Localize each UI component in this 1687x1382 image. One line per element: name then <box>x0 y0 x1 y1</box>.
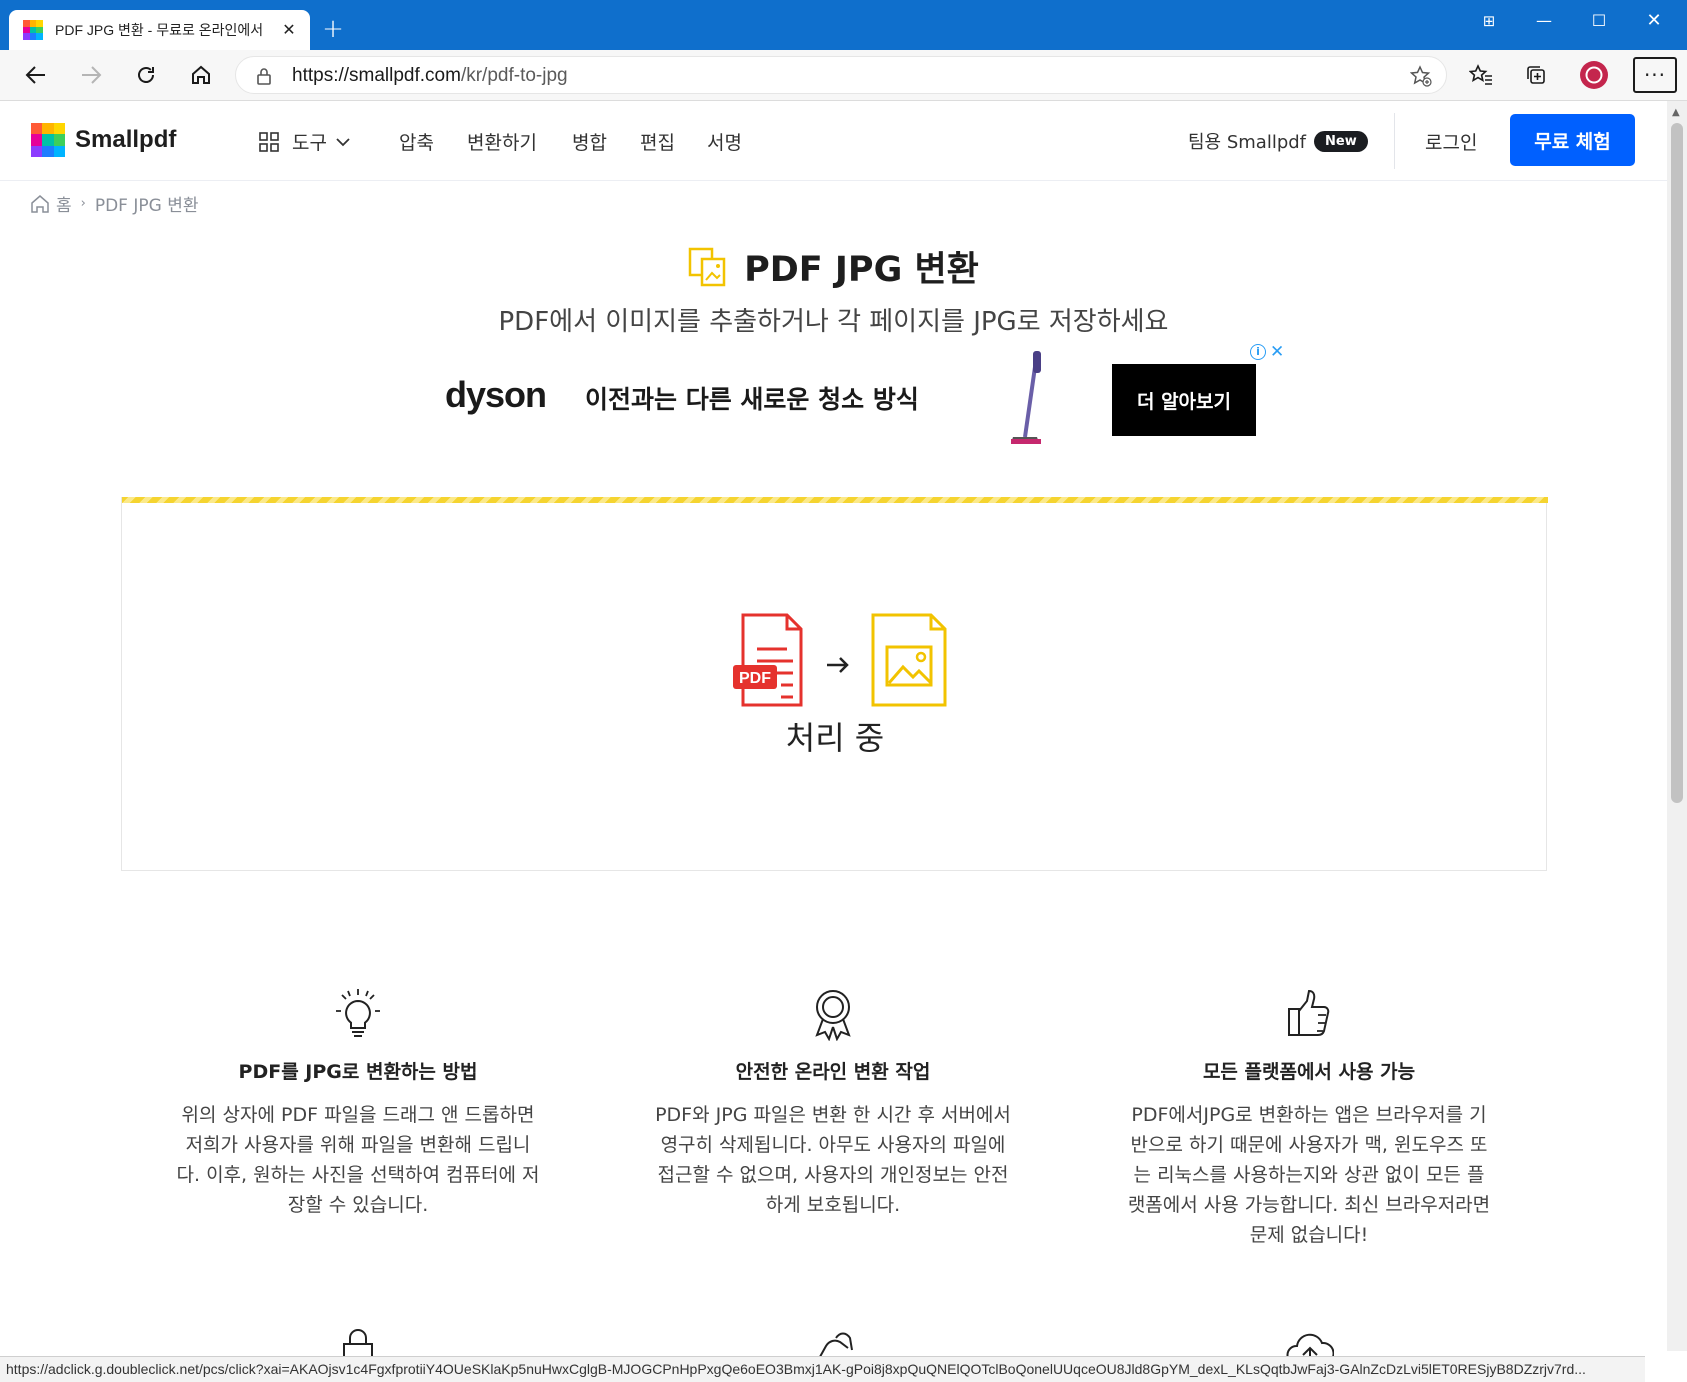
feature-how-to: PDF를 JPG로 변환하는 방법 위의 상자에 PDF 파일을 드래그 앤 드… <box>163 987 553 1220</box>
award-ribbon-icon <box>815 990 851 1041</box>
lock-icon <box>343 1329 373 1356</box>
feature-title: PDF를 JPG로 변환하는 방법 <box>238 1061 478 1083</box>
breadcrumb-home[interactable]: 홈 <box>56 191 72 216</box>
vacuum-image[interactable] <box>995 349 1055 449</box>
browser-tab[interactable]: PDF JPG 변환 - 무료로 온라인에서 ✕ <box>9 10 310 50</box>
pdf-jpg-tool-icon <box>688 247 726 286</box>
smallpdf-logo-icon <box>31 123 65 157</box>
home-icon[interactable] <box>184 58 218 92</box>
smallpdf-logo[interactable]: Smallpdf <box>31 123 176 157</box>
nav-convert[interactable]: 변환하기 <box>467 128 537 155</box>
tools-menu[interactable]: 도구 <box>258 128 351 155</box>
ad-close-icon[interactable]: ✕ <box>1270 344 1284 361</box>
breadcrumb: 홈 › PDF JPG 변환 <box>30 191 199 216</box>
lock-icon[interactable] <box>256 67 272 89</box>
home-icon[interactable] <box>30 194 50 214</box>
lightbulb-icon <box>336 989 380 1037</box>
hand-icon <box>819 1332 853 1356</box>
logo-text: Smallpdf <box>75 126 177 153</box>
browser-toolbar: https://smallpdf.com/kr/pdf-to-jpg ··· <box>0 50 1687 101</box>
feature-title: 모든 플랫폼에서 사용 가능 <box>1202 1061 1416 1083</box>
free-trial-button[interactable]: 무료 체험 <box>1510 114 1635 166</box>
tab-close-icon[interactable]: ✕ <box>278 19 300 41</box>
maximize-icon[interactable]: ☐ <box>1576 6 1622 36</box>
page-subtitle: PDF에서 이미지를 추출하거나 각 페이지를 JPG로 저장하세요 <box>498 307 1169 337</box>
tools-label: 도구 <box>292 132 327 154</box>
new-tab-icon[interactable]: + <box>318 14 348 44</box>
breadcrumb-current: PDF JPG 변환 <box>94 196 199 216</box>
link-status-bar: https://adclick.g.doubleclick.net/pcs/cl… <box>0 1356 1645 1382</box>
thumbs-up-icon <box>1288 989 1330 1036</box>
chevron-down-icon <box>336 137 350 146</box>
back-icon[interactable] <box>19 58 53 92</box>
address-bar[interactable]: https://smallpdf.com/kr/pdf-to-jpg <box>235 56 1447 94</box>
teams-label: 팀용 Smallpdf <box>1188 132 1307 153</box>
teams-link[interactable]: 팀용 Smallpdf New <box>1188 128 1368 154</box>
login-link[interactable]: 로그인 <box>1425 128 1477 155</box>
info-icon[interactable]: i <box>1250 344 1266 360</box>
nav-edit[interactable]: 편집 <box>640 128 675 155</box>
page-heading: PDF JPG 변환 <box>744 250 979 290</box>
profile-avatar[interactable] <box>1577 58 1611 92</box>
feature-title: 안전한 온라인 변환 작업 <box>735 1061 931 1083</box>
image-file-icon <box>871 613 947 707</box>
nav-sign[interactable]: 서명 <box>707 128 742 155</box>
ad-choices[interactable]: i ✕ <box>1250 344 1284 361</box>
vertical-scrollbar[interactable]: ▲ <box>1667 101 1687 1351</box>
nav-merge[interactable]: 병합 <box>572 128 607 155</box>
web-page: Smallpdf 도구 압축 변환하기 병합 편집 서명 팀용 Smallpdf… <box>0 101 1667 1356</box>
more-menu-icon[interactable]: ··· <box>1633 57 1677 93</box>
header-divider <box>1394 113 1395 169</box>
processing-status: 처리 중 <box>785 719 885 757</box>
feature-body: PDF와 JPG 파일은 변환 한 시간 후 서버에서 영구히 삭제됩니다. 아… <box>655 1104 1011 1216</box>
url-text[interactable]: https://smallpdf.com/kr/pdf-to-jpg <box>292 65 568 87</box>
minimize-icon[interactable]: — <box>1521 6 1567 36</box>
reload-icon[interactable] <box>129 58 163 92</box>
site-header: Smallpdf 도구 압축 변환하기 병합 편집 서명 팀용 Smallpdf… <box>0 101 1667 181</box>
dyson-ad-banner[interactable]: dyson 이전과는 다른 새로운 청소 방식 더 알아보기 i ✕ <box>385 344 1285 449</box>
smallpdf-favicon <box>23 20 43 40</box>
arrow-right-icon <box>827 657 849 673</box>
new-badge: New <box>1314 130 1368 152</box>
window-layout-icon[interactable]: ⊞ <box>1466 6 1512 36</box>
progress-stripe <box>122 497 1548 503</box>
feature-body: PDF에서JPG로 변환하는 앱은 브라우저를 기반으로 하기 때문에 사용자가… <box>1127 1104 1491 1246</box>
close-window-icon[interactable]: ✕ <box>1631 6 1677 36</box>
ad-brand-logo[interactable]: dyson <box>445 374 547 416</box>
page-title: PDF JPG 변환 <box>0 241 1667 292</box>
feature-body: 위의 상자에 PDF 파일을 드래그 앤 드롭하면 저희가 사용자를 위해 파일… <box>176 1104 540 1216</box>
collections-icon[interactable] <box>1519 58 1553 92</box>
browser-titlebar: PDF JPG 변환 - 무료로 온라인에서 ✕ + ⊞ — ☐ ✕ <box>0 0 1687 50</box>
cloud-upload-icon <box>1286 1333 1334 1356</box>
forward-icon[interactable] <box>74 58 108 92</box>
grid-icon <box>259 131 279 152</box>
feature-platforms: 모든 플랫폼에서 사용 가능 PDF에서JPG로 변환하는 앱은 브라우저를 기… <box>1114 987 1504 1250</box>
favorites-icon[interactable] <box>1464 58 1498 92</box>
scroll-up-icon[interactable]: ▲ <box>1672 107 1680 118</box>
file-dropzone[interactable]: PDF 처리 중 <box>121 497 1548 871</box>
scroll-thumb[interactable] <box>1671 123 1683 803</box>
pdf-file-icon: PDF <box>733 613 803 707</box>
nav-compress[interactable]: 압축 <box>399 128 434 155</box>
pdf-to-jpg-illustration: PDF <box>733 613 947 707</box>
ad-learn-more-button[interactable]: 더 알아보기 <box>1112 364 1256 436</box>
feature-security: 안전한 온라인 변환 작업 PDF와 JPG 파일은 변환 한 시간 후 서버에… <box>638 987 1028 1220</box>
breadcrumb-separator: › <box>80 196 86 211</box>
ad-text[interactable]: 이전과는 다른 새로운 청소 방식 <box>585 380 919 416</box>
pdf-tag-text: PDF <box>739 670 771 687</box>
add-favorite-icon[interactable] <box>1409 65 1432 91</box>
tab-title: PDF JPG 변환 - 무료로 온라인에서 <box>55 22 264 38</box>
